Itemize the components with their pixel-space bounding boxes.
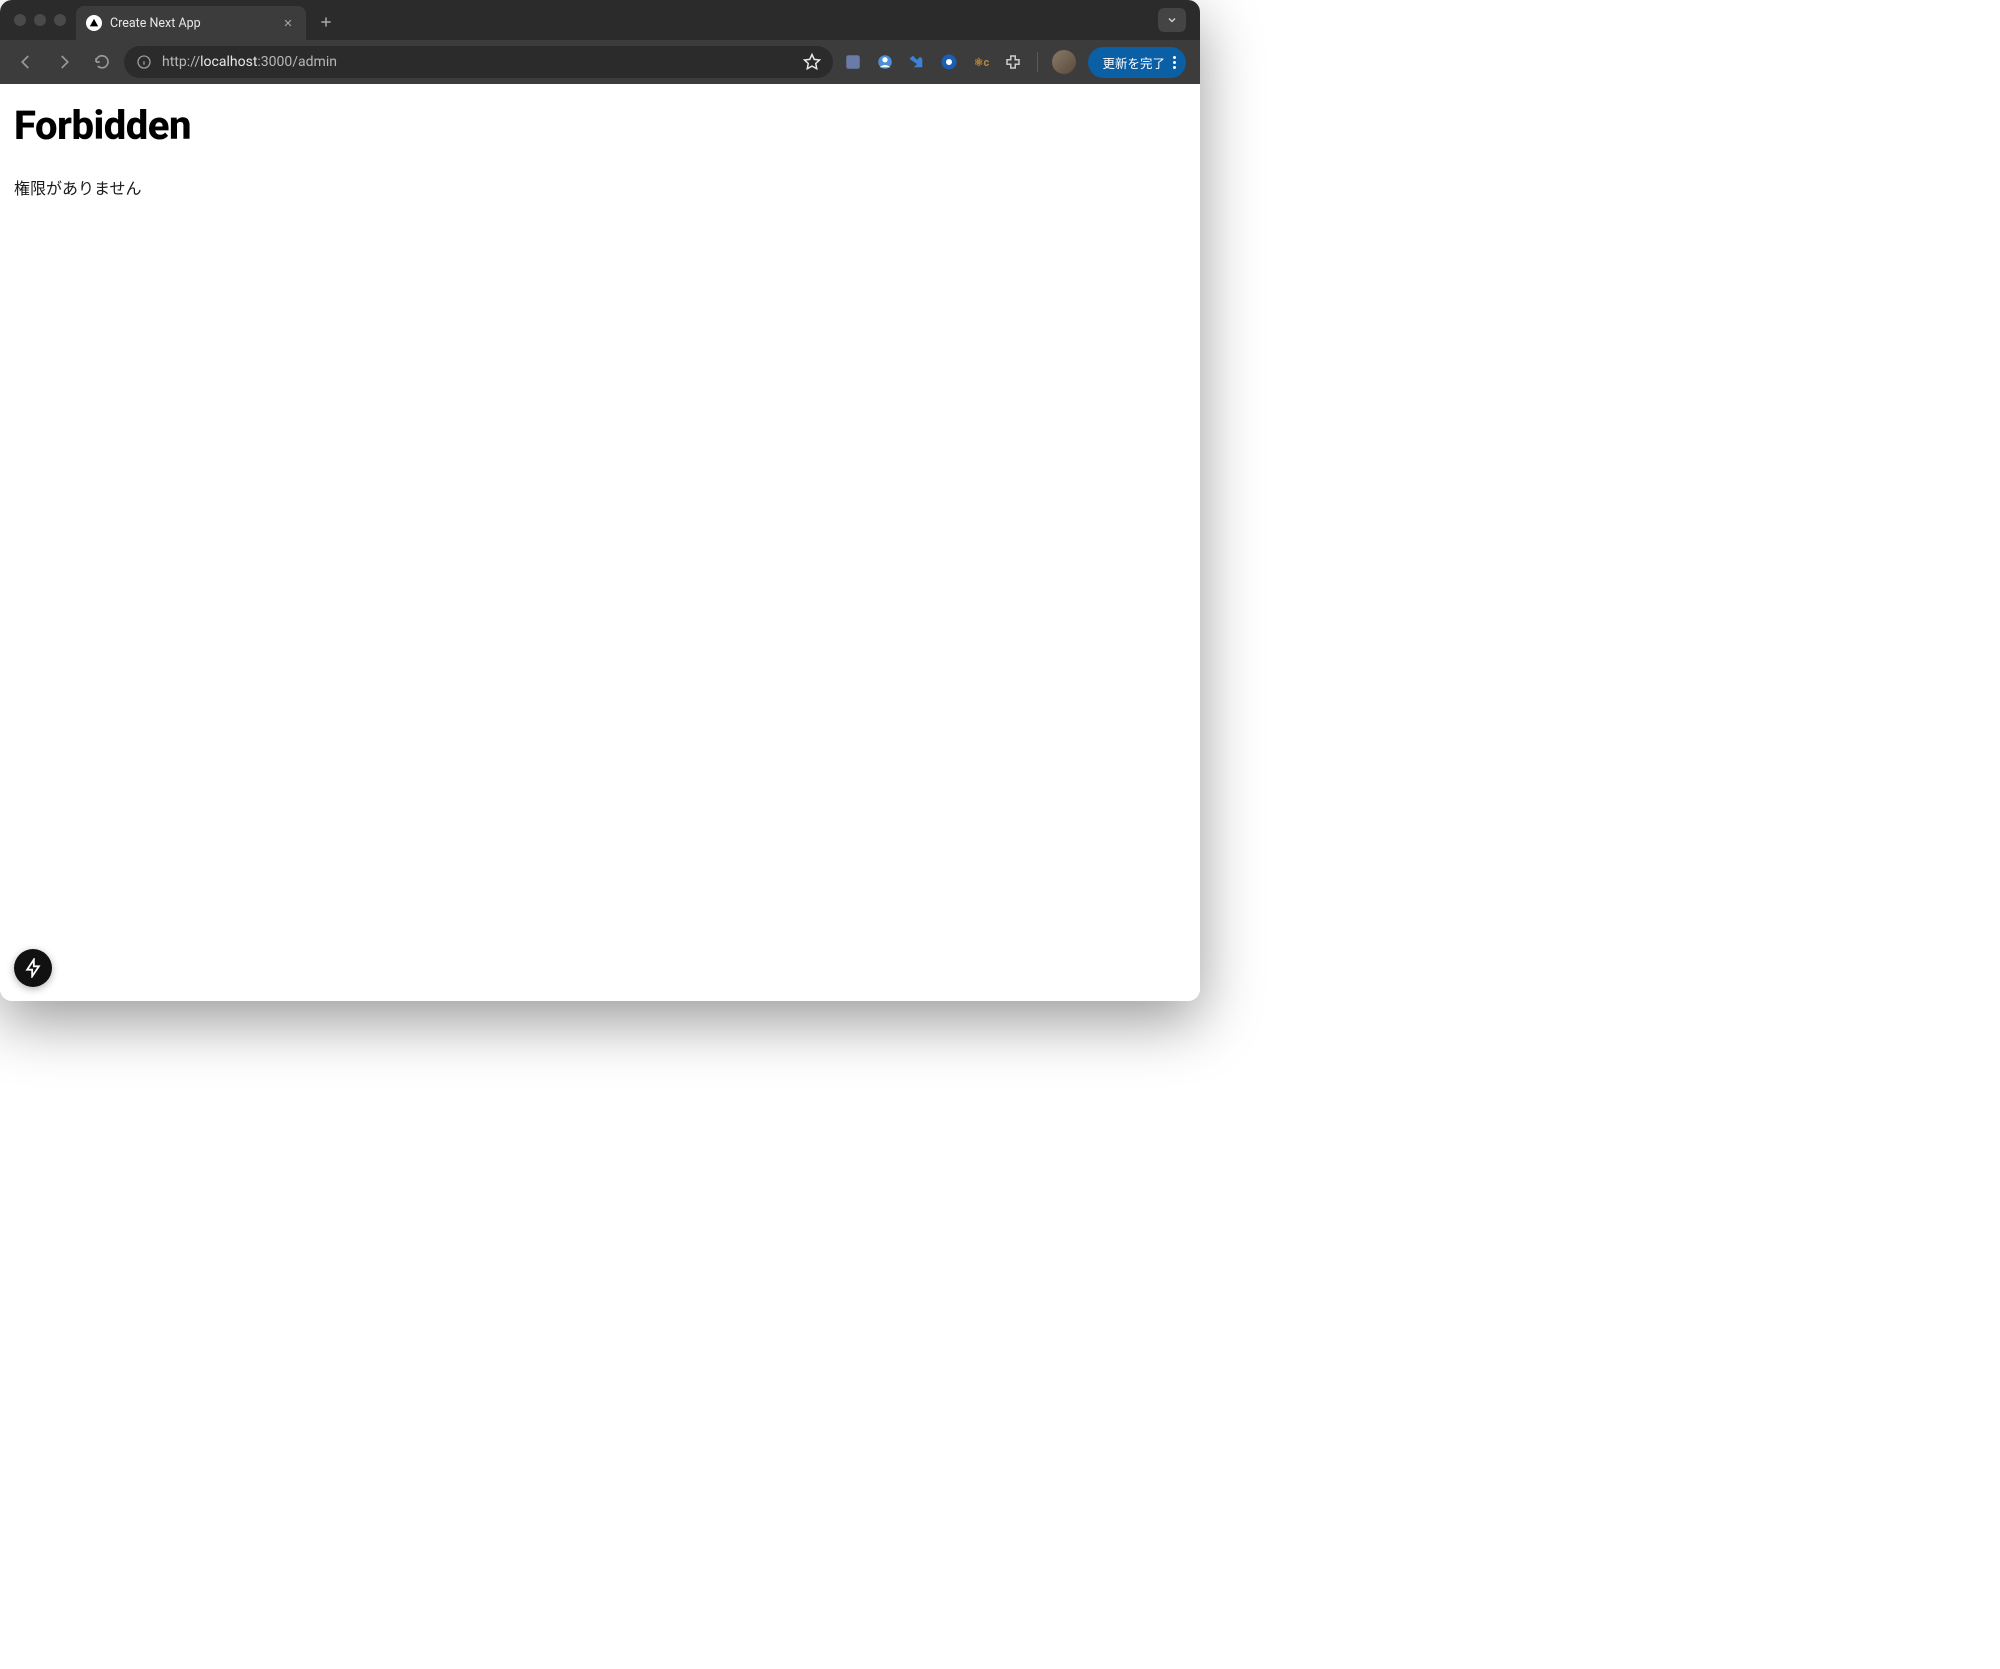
toolbar: http://localhost:3000/admin <box>0 40 1200 84</box>
browser-window: Create Next App <box>0 0 1200 1001</box>
page-heading: Forbidden <box>14 102 1186 149</box>
site-info-icon[interactable] <box>136 54 152 70</box>
url-host: localhost <box>200 54 257 70</box>
profile-avatar[interactable] <box>1052 50 1076 74</box>
extension-icon[interactable] <box>875 52 895 72</box>
toolbar-divider <box>1037 52 1038 72</box>
extension-icons: ⚛c 更新を完了 <box>839 47 1190 78</box>
close-window-button[interactable] <box>14 14 26 26</box>
extension-icon[interactable] <box>907 52 927 72</box>
browser-chrome: Create Next App <box>0 0 1200 84</box>
url-scheme: http:// <box>162 54 200 70</box>
tab-bar-right <box>1158 8 1192 32</box>
address-bar[interactable]: http://localhost:3000/admin <box>124 46 833 78</box>
extensions-button[interactable] <box>1003 52 1023 72</box>
url-port-path: :3000/admin <box>257 54 337 70</box>
reload-button[interactable] <box>86 46 118 78</box>
maximize-window-button[interactable] <box>54 14 66 26</box>
page-message: 権限がありません <box>14 175 1186 199</box>
extension-icon[interactable] <box>843 52 863 72</box>
minimize-window-button[interactable] <box>34 14 46 26</box>
window-controls <box>8 14 76 26</box>
url-text: http://localhost:3000/admin <box>162 54 793 70</box>
forward-button[interactable] <box>48 46 80 78</box>
menu-dots-icon <box>1171 56 1176 69</box>
update-button-label: 更新を完了 <box>1102 53 1165 72</box>
new-tab-button[interactable] <box>312 8 340 36</box>
close-tab-button[interactable] <box>280 15 296 31</box>
extension-icon[interactable] <box>939 52 959 72</box>
tab-search-button[interactable] <box>1158 8 1186 32</box>
vercel-icon <box>86 15 102 31</box>
browser-tab[interactable]: Create Next App <box>76 6 306 40</box>
bookmark-button[interactable] <box>803 53 821 71</box>
devtools-button[interactable] <box>14 949 52 987</box>
tab-title: Create Next App <box>110 16 272 31</box>
page-content: Forbidden 権限がありません <box>0 84 1200 1001</box>
extension-label: ⚛c <box>974 56 990 69</box>
update-button[interactable]: 更新を完了 <box>1088 47 1186 78</box>
back-button[interactable] <box>10 46 42 78</box>
extension-icon[interactable]: ⚛c <box>971 52 991 72</box>
tab-bar: Create Next App <box>0 0 1200 40</box>
